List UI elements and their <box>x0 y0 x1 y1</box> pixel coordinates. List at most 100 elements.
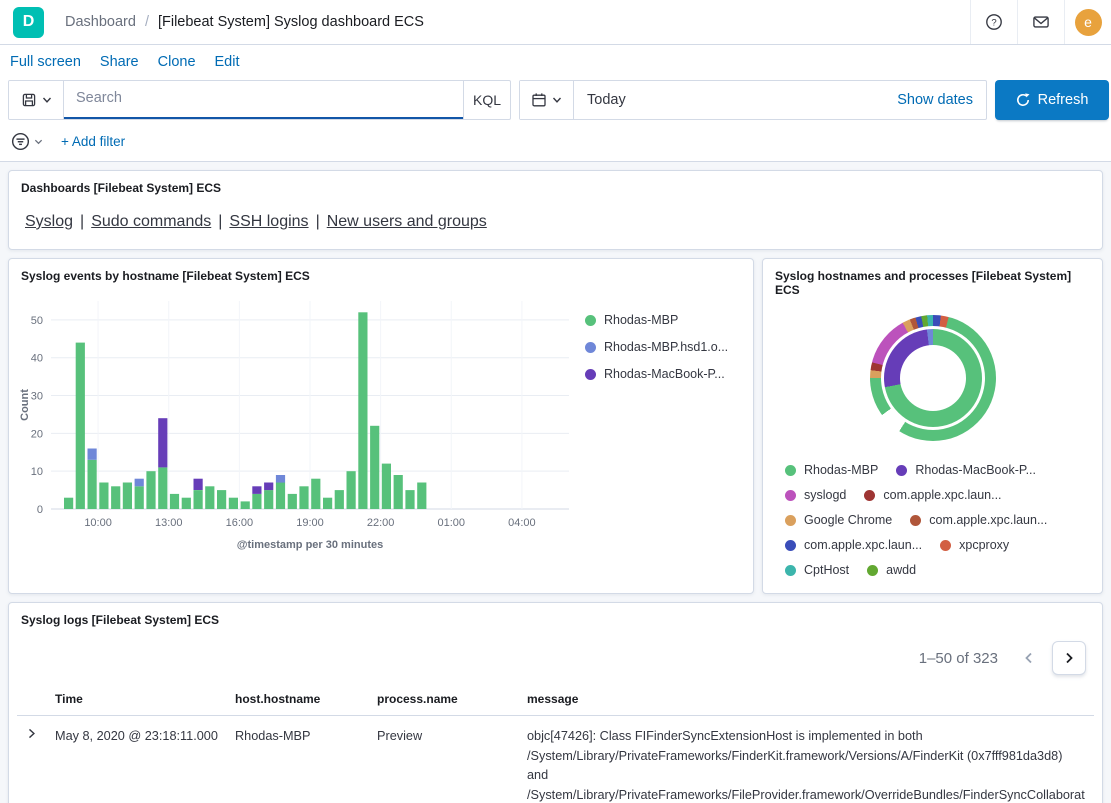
svg-text:19:00: 19:00 <box>296 517 324 529</box>
legend-color-dot <box>785 515 796 526</box>
chevron-down-icon <box>34 137 43 146</box>
legend-color-dot <box>785 465 796 476</box>
link-separator: | <box>80 213 84 230</box>
svg-text:20: 20 <box>31 428 43 440</box>
refresh-icon <box>1016 93 1030 107</box>
filter-options-button[interactable] <box>11 132 49 151</box>
svg-text:@timestamp per 30 minutes: @timestamp per 30 minutes <box>237 539 383 551</box>
svg-text:50: 50 <box>31 315 43 327</box>
svg-text:Count: Count <box>19 389 31 421</box>
log-time: May 8, 2020 @ 23:18:11.000 <box>47 716 227 803</box>
dashboard-action-bar: Full screen Share Clone Edit <box>0 45 1111 78</box>
legend-label: Rhodas-MBP <box>804 463 878 477</box>
table-row: May 8, 2020 @ 23:18:11.000Rhodas-MBPPrev… <box>17 716 1094 803</box>
log-process: Preview <box>369 716 519 803</box>
filter-icon <box>11 132 30 151</box>
legend-color-dot <box>896 465 907 476</box>
expander-cell <box>17 716 47 803</box>
help-button[interactable]: ? <box>970 0 1017 44</box>
search-bar-group: KQL <box>8 80 511 120</box>
breadcrumb-dashboard[interactable]: Dashboard <box>65 14 136 30</box>
search-input[interactable] <box>64 81 463 119</box>
legend-label: syslogd <box>804 488 846 502</box>
legend-label: CptHost <box>804 563 849 577</box>
panel-title: Syslog hostnames and processes [Filebeat… <box>771 267 1094 301</box>
legend-item-rhodas-mbp[interactable]: Rhodas-MBP <box>585 313 728 327</box>
saved-query-menu-button[interactable] <box>9 81 64 119</box>
legend-item-com-apple-xpc-laun[interactable]: com.apple.xpc.laun... <box>785 538 922 552</box>
page-title: [Filebeat System] Syslog dashboard ECS <box>158 14 424 30</box>
dashboard-link-sudo-commands[interactable]: Sudo commands <box>91 213 211 230</box>
donut-chart[interactable] <box>870 315 996 441</box>
legend-label: awdd <box>886 563 916 577</box>
avatar: e <box>1075 9 1102 36</box>
refresh-button[interactable]: Refresh <box>995 80 1109 120</box>
space-avatar[interactable]: D <box>13 7 44 38</box>
top-header: D Dashboard / [Filebeat System] Syslog d… <box>0 0 1111 45</box>
logs-table-header: Timehost.hostnameprocess.namemessage <box>17 683 1094 716</box>
svg-text:22:00: 22:00 <box>367 517 395 529</box>
action-share[interactable]: Share <box>100 54 139 70</box>
chevron-left-icon <box>1021 650 1037 666</box>
date-quick-select-button[interactable] <box>520 81 574 119</box>
svg-text:01:00: 01:00 <box>438 517 466 529</box>
legend-color-dot <box>864 490 875 501</box>
legend-color-dot <box>585 315 596 326</box>
logs-table: Timehost.hostnameprocess.namemessage May… <box>17 683 1094 803</box>
show-dates-button[interactable]: Show dates <box>884 92 986 108</box>
user-menu-button[interactable]: e <box>1064 0 1111 44</box>
date-range-value[interactable]: Today <box>574 92 884 108</box>
legend-item-com-apple-xpc-laun[interactable]: com.apple.xpc.laun... <box>864 488 1001 502</box>
calendar-icon <box>531 92 547 108</box>
histogram-chart[interactable]: 0102030405010:0013:0016:0019:0022:0001:0… <box>17 287 577 555</box>
chevron-right-icon <box>1061 650 1077 666</box>
kql-language-button[interactable]: KQL <box>463 81 510 119</box>
action-clone[interactable]: Clone <box>158 54 196 70</box>
pagination-range: 1–50 of 323 <box>919 650 998 667</box>
query-bar: KQL Today Show dates Refresh <box>0 78 1111 130</box>
previous-page-button[interactable] <box>1012 641 1046 675</box>
expand-row-button[interactable] <box>25 727 38 740</box>
legend-color-dot <box>585 369 596 380</box>
legend-item-xpcproxy[interactable]: xpcproxy <box>940 538 1009 552</box>
histogram-legend: Rhodas-MBP Rhodas-MBP.hsd1.o... Rhodas-Mac… <box>585 313 728 381</box>
legend-item-com-apple-xpc-laun[interactable]: com.apple.xpc.laun... <box>910 513 1047 527</box>
legend-label: Rhodas-MBP.hsd1.o... <box>604 340 728 354</box>
legend-label: Google Chrome <box>804 513 892 527</box>
newsfeed-button[interactable] <box>1017 0 1064 44</box>
action-full-screen[interactable]: Full screen <box>10 54 81 70</box>
legend-color-dot <box>940 540 951 551</box>
legend-color-dot <box>785 540 796 551</box>
column-header-message: message <box>519 683 1094 716</box>
link-separator: | <box>316 213 320 230</box>
column-header-process-name: process.name <box>369 683 519 716</box>
next-page-button[interactable] <box>1052 641 1086 675</box>
legend-color-dot <box>867 565 878 576</box>
breadcrumb-separator: / <box>145 14 149 30</box>
dashboard-grid: Dashboards [Filebeat System] ECS Syslog|… <box>0 162 1111 803</box>
charts-row: Syslog events by hostname [Filebeat Syst… <box>8 258 1103 594</box>
legend-color-dot <box>785 565 796 576</box>
add-filter-button[interactable]: + Add filter <box>61 134 125 149</box>
svg-text:30: 30 <box>31 391 43 403</box>
legend-label: xpcproxy <box>959 538 1009 552</box>
svg-text:16:00: 16:00 <box>226 517 254 529</box>
svg-text:?: ? <box>991 17 996 28</box>
donut-area <box>771 301 1094 447</box>
legend-item-rhodas-macbook-p[interactable]: Rhodas-MacBook-P... <box>896 463 1036 477</box>
legend-item-google-chrome[interactable]: Google Chrome <box>785 513 892 527</box>
dashboard-link-syslog[interactable]: Syslog <box>25 213 73 230</box>
legend-item-rhodas-macbook-p[interactable]: Rhodas-MacBook-P... <box>585 367 728 381</box>
dashboard-link-ssh-logins[interactable]: SSH logins <box>229 213 308 230</box>
legend-label: com.apple.xpc.laun... <box>804 538 922 552</box>
legend-item-syslogd[interactable]: syslogd <box>785 488 846 502</box>
dashboard-link-new-users-and-groups[interactable]: New users and groups <box>327 213 487 230</box>
refresh-label: Refresh <box>1038 92 1089 108</box>
column-header-host-hostname: host.hostname <box>227 683 369 716</box>
legend-item-rhodas-mbp-hsd1-o[interactable]: Rhodas-MBP.hsd1.o... <box>585 340 728 354</box>
svg-text:04:00: 04:00 <box>508 517 536 529</box>
legend-item-rhodas-mbp[interactable]: Rhodas-MBP <box>785 463 878 477</box>
action-edit[interactable]: Edit <box>215 54 240 70</box>
legend-item-awdd[interactable]: awdd <box>867 563 916 577</box>
legend-item-cpthost[interactable]: CptHost <box>785 563 849 577</box>
